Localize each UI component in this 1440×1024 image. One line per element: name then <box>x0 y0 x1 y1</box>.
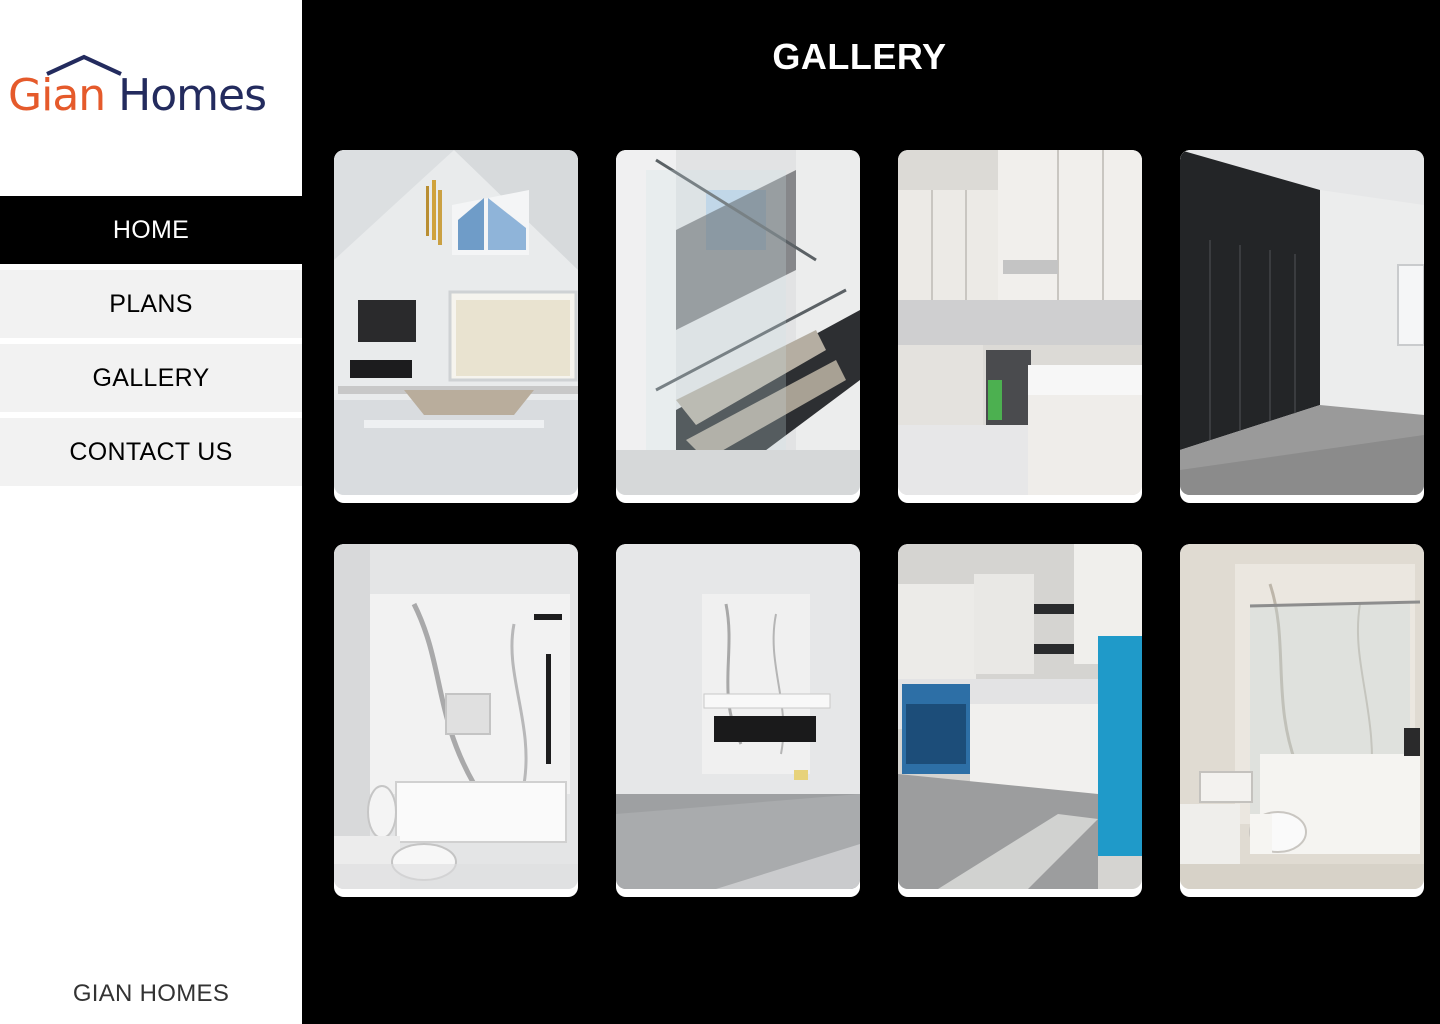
gallery-photo-staircase <box>616 150 860 495</box>
gallery-photo-bedroom-accent-wall <box>1180 150 1424 495</box>
gallery-photo-fireplace <box>616 544 860 889</box>
gallery-card-4[interactable] <box>1180 150 1424 503</box>
gallery-photo-bathroom-shower <box>1180 544 1424 889</box>
page-title: GALLERY <box>772 36 947 77</box>
logo-word-gian: Gian <box>8 70 106 121</box>
logo-wordmark: Gian Homes <box>8 68 267 124</box>
logo-word-homes: Homes <box>105 70 267 121</box>
gallery-photo-kitchen-white <box>898 150 1142 495</box>
gallery-card-3[interactable] <box>898 150 1142 503</box>
page: Gian Homes HOME PLANS GALLERY CONTACT US… <box>0 0 1440 1024</box>
gallery-card-1[interactable] <box>334 150 578 503</box>
nav-item-contact-us[interactable]: CONTACT US <box>0 418 302 486</box>
gallery-card-2[interactable] <box>616 150 860 503</box>
nav-item-home[interactable]: HOME <box>0 196 302 264</box>
gallery-photo-living-room <box>334 150 578 495</box>
gallery-card-8[interactable] <box>1180 544 1424 897</box>
gallery-card-6[interactable] <box>616 544 860 897</box>
footer-brand-text: GIAN HOMES <box>72 980 230 1007</box>
nav-item-gallery[interactable]: GALLERY <box>0 344 302 412</box>
gallery-card-5[interactable] <box>334 544 578 897</box>
nav-item-plans[interactable]: PLANS <box>0 270 302 338</box>
gallery-photo-kitchen-blue-fridge <box>898 544 1142 889</box>
gian-homes-logo[interactable]: Gian Homes <box>8 54 288 130</box>
gallery-photo-bathroom-tub <box>334 544 578 889</box>
gallery-card-7[interactable] <box>898 544 1142 897</box>
sidebar: Gian Homes HOME PLANS GALLERY CONTACT US… <box>0 0 302 1024</box>
